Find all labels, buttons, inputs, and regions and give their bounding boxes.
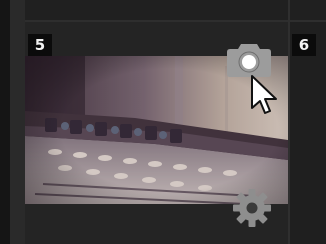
mixing-console-image (25, 56, 288, 204)
camera-icon (227, 44, 271, 77)
slot-number-label: 6 (292, 34, 316, 56)
settings-button[interactable] (232, 188, 272, 228)
left-scroll-edge (0, 0, 25, 244)
column-divider (288, 0, 290, 244)
thumbnail-grid: 5 6 (0, 0, 326, 244)
gear-icon (233, 189, 271, 227)
previous-row-edge (25, 0, 326, 20)
slot-5-thumbnail[interactable] (25, 56, 288, 204)
slot-number-label: 5 (28, 34, 52, 56)
snapshot-button[interactable] (226, 40, 272, 78)
